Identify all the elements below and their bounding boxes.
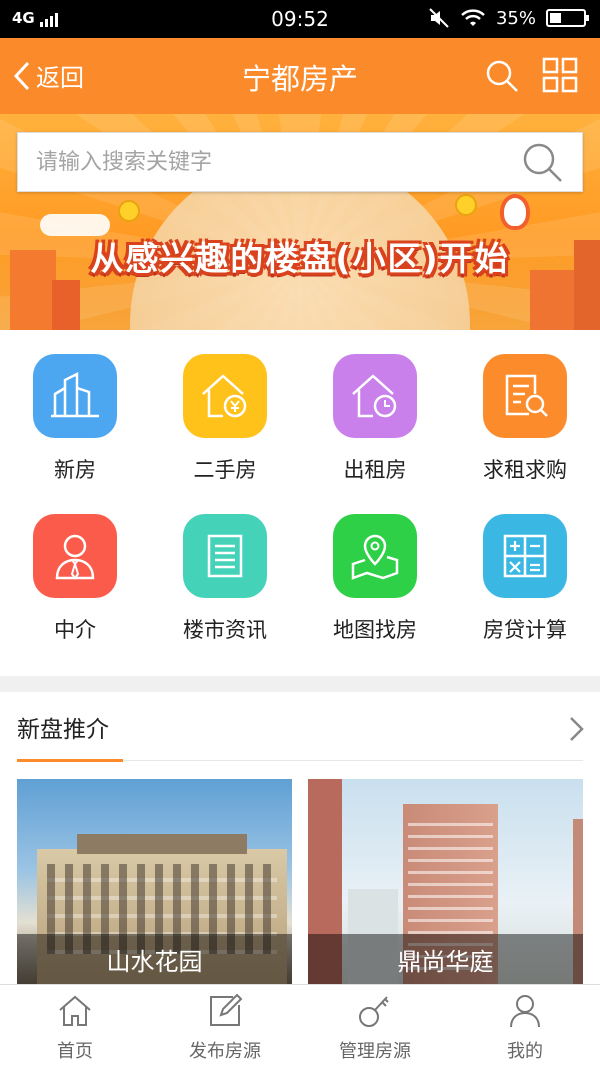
menu-item-new-house[interactable]: 新房 xyxy=(0,330,150,490)
tab-manage[interactable]: 管理房源 xyxy=(300,985,450,1067)
key-icon xyxy=(359,996,389,1027)
agent-tile xyxy=(33,514,117,598)
menu-item-wanted[interactable]: 求租求购 xyxy=(450,330,600,490)
search-icon[interactable] xyxy=(520,140,564,184)
buildings-icon xyxy=(51,371,99,418)
new-listings-section: 新盘推介 山水花园 鼎尚华庭 xyxy=(0,692,600,984)
map-tile xyxy=(333,514,417,598)
battery-percent: 35% xyxy=(495,7,536,29)
menu-label: 出租房 xyxy=(343,458,407,482)
menu-label: 新房 xyxy=(54,458,96,482)
tab-label: 首页 xyxy=(57,1041,93,1062)
home-icon xyxy=(59,995,91,1026)
battery-icon xyxy=(546,9,589,27)
menu-item-second-hand[interactable]: 二手房 xyxy=(150,330,300,490)
menu-label: 楼市资讯 xyxy=(183,618,267,642)
feature-grid: 新房 二手房 出租房 求租求购 中介 楼市资讯 地图找房 房贷计算 xyxy=(0,330,600,676)
menu-item-calculator[interactable]: 房贷计算 xyxy=(450,490,600,650)
status-bar: 4G 09:52 35% xyxy=(0,0,600,38)
menu-label: 中介 xyxy=(54,618,96,642)
listing-caption: 鼎尚华庭 xyxy=(308,934,583,984)
section-title: 新盘推介 xyxy=(17,717,109,743)
tab-publish[interactable]: 发布房源 xyxy=(150,985,300,1067)
tab-label: 我的 xyxy=(507,1041,543,1062)
promo-banner[interactable]: 从感兴趣的楼盘(小区)开始 xyxy=(0,114,600,330)
listing-photo-roof xyxy=(77,834,247,854)
menu-item-rental[interactable]: 出租房 xyxy=(300,330,450,490)
agent-icon xyxy=(55,534,95,580)
menu-item-news[interactable]: 楼市资讯 xyxy=(150,490,300,650)
back-label: 返回 xyxy=(36,64,84,92)
mute-icon xyxy=(429,8,449,28)
tab-label: 管理房源 xyxy=(339,1041,411,1062)
document-search-icon xyxy=(505,374,548,417)
user-icon xyxy=(510,995,540,1028)
wifi-icon xyxy=(461,9,485,26)
menu-label: 二手房 xyxy=(193,458,257,482)
wanted-tile xyxy=(483,354,567,438)
map-pin-icon xyxy=(351,534,399,580)
listing-card[interactable]: 鼎尚华庭 xyxy=(308,779,583,984)
bottom-tab-bar: 首页 发布房源 管理房源 我的 xyxy=(0,984,600,1067)
news-tile xyxy=(183,514,267,598)
second-hand-tile xyxy=(183,354,267,438)
listing-caption: 山水花园 xyxy=(17,934,292,984)
chevron-right-icon[interactable] xyxy=(566,714,586,744)
status-right: 35% xyxy=(428,7,589,29)
banner-slogan: 从感兴趣的楼盘(小区)开始 xyxy=(90,239,510,278)
banner-building xyxy=(52,280,80,330)
banner-coin xyxy=(118,200,140,222)
search-input[interactable] xyxy=(18,133,520,191)
back-button[interactable]: 返回 xyxy=(12,58,84,93)
edit-icon xyxy=(210,993,243,1026)
menu-label: 求租求购 xyxy=(483,458,567,482)
menu-label: 房贷计算 xyxy=(483,618,567,642)
banner-coin xyxy=(455,194,477,216)
app-header: 返回 宁都房产 xyxy=(0,38,600,114)
grid-menu-icon[interactable] xyxy=(542,57,578,93)
search-bar[interactable] xyxy=(17,132,583,192)
search-icon[interactable] xyxy=(484,58,520,94)
listing-card[interactable]: 山水花园 xyxy=(17,779,292,984)
tab-home[interactable]: 首页 xyxy=(0,985,150,1067)
news-icon xyxy=(207,534,243,578)
calculator-tile xyxy=(483,514,567,598)
house-yen-icon xyxy=(202,374,247,418)
new-house-tile xyxy=(33,354,117,438)
calculator-icon xyxy=(503,534,547,578)
tab-mine[interactable]: 我的 xyxy=(450,985,600,1067)
rental-tile xyxy=(333,354,417,438)
section-title-underline xyxy=(17,759,123,762)
menu-item-agent[interactable]: 中介 xyxy=(0,490,150,650)
house-clock-icon xyxy=(352,374,397,418)
menu-item-map[interactable]: 地图找房 xyxy=(300,490,450,650)
menu-label: 地图找房 xyxy=(333,618,417,642)
chevron-left-icon xyxy=(13,61,30,90)
tab-label: 发布房源 xyxy=(189,1041,261,1062)
banner-balloon xyxy=(500,194,530,230)
